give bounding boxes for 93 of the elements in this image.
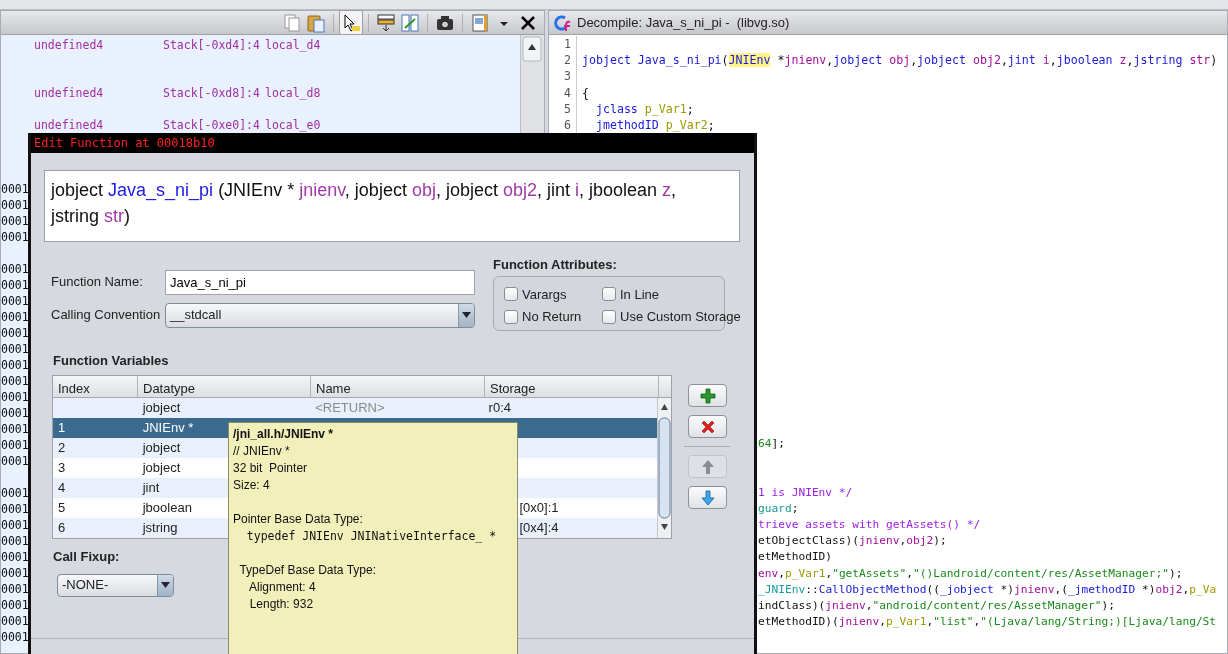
signature-text: jobject Java_s_ni_pi (JNIEnv * jnienv, jobject obj, jobject obj2, jint i, jboolean z, jstring str) [51,180,677,226]
table-cell: [0x4]:4 [519,520,559,535]
table-cell: jobject [142,400,181,415]
storage-text: Stack[-0xd4]:4 [163,37,261,53]
address-text: 0001 [1,566,29,580]
tooltip-text: // JNIEnv * [233,443,291,460]
checkbox-label: In Line [620,285,660,304]
table-cell: jobject [142,460,181,475]
address-text: 0001 [1,502,29,516]
address-text: 0001 [1,326,29,340]
code-line: env,p_Var1,"getAssets","()Landroid/content/res/AssetManager;"); [758,566,1183,580]
group-label: Function Attributes: [493,256,618,274]
variable-name: local_d8 [265,85,321,101]
panel-title: Decompile: Java_s_ni_pi - (libvg.so) [577,13,790,32]
address-text: 0001 [1,614,29,628]
table-cell: jboolean [142,500,192,515]
tooltip-text: /jni_all.h/JNIEnv * [233,426,335,443]
storage-text: Stack[-0xd8]:4 [163,85,261,101]
tooltip-text: Alignment: 4 [248,579,317,596]
datatype-text: undefined4 [34,117,105,133]
address-text: 0001 [1,182,29,196]
address-text: 0001 [1,358,29,372]
table-cell: JNIEnv * [142,420,194,435]
code-line: _JNIEnv::CallObjectMethod((_jobject *)jnienv,(_jmethodID *)obj2,p_Va [758,582,1217,596]
code-line: jmethodID p_Var2; [594,116,715,134]
section-label: Call Fixup: [53,548,121,566]
line-number: 4 [549,84,577,101]
code-line: indClass)(jnienv,"android/content/res/AssetManager"); [758,599,1116,612]
code-line: jclass p_Var1; [594,100,694,117]
dialog-title: Edit Function at 00018b10 [31,133,754,153]
address-text: 0001 [1,534,29,548]
address-text: 0001 [1,518,29,532]
table-cell: jint [142,480,160,495]
address-text: 0001 [1,486,29,500]
table-cell: 2 [58,440,66,455]
address-text: 0001 [1,230,29,244]
tooltip-text: Size: 4 [233,477,271,494]
table-cell: 3 [58,460,66,475]
address-text: 0001 [1,214,29,228]
address-text: 0001 [1,262,29,276]
code-line: 1 is JNIEnv */ [758,485,853,499]
table-cell: jstring [142,520,178,535]
code-line: { [581,84,589,101]
address-text: 0001 [1,422,29,436]
line-number: 2 [549,52,577,69]
field-label: Calling Convention [51,306,162,325]
table-cell: 5 [58,500,66,515]
address-text: 0001 [1,342,29,356]
table-cell: r0:4 [488,400,511,415]
storage-text: Stack[-0xe0]:4 [163,117,261,133]
line-number: 1 [549,36,577,53]
code-line: etMethodID)(jnienv,p_Var1,"list","(Ljava/lang/String;)[Ljava/lang/St [758,615,1217,629]
table-cell: [0x0]:1 [519,500,559,515]
tooltip-text: typedef JNIEnv JNINativeInterface_ * [245,528,498,545]
table-cell: 4 [58,480,66,495]
address-text: 0001 [1,630,29,644]
field-label: Function Name: [51,273,144,292]
datatype-text: undefined4 [34,37,105,53]
code-line: trieve assets with getAssets() */ [758,518,981,532]
tooltip-text: TypeDef Base Data Type: [238,562,377,579]
address-text: 0001 [1,278,29,292]
code-line: etObjectClass)(jnienv,obj2); [758,534,947,548]
code-line: jobject Java_s_ni_pi(JNIEnv *jnienv,jobject obj,jobject obj2,jint i,jboolean z,jstring str) [581,52,1218,69]
address-text: 0001 [1,390,29,404]
checkbox-label: No Return [522,308,582,326]
address-text: 0001 [1,582,29,596]
code-line: etMethodID) [758,550,833,564]
table-cell: jobject [142,440,181,455]
tooltip-text: Pointer Base Data Type: [233,511,364,528]
line-number: 3 [549,68,577,85]
table-cell: <RETURN> [315,400,385,415]
variable-name: local_d4 [265,37,321,53]
address-text: 0001 [1,374,29,388]
address-text: 0001 [1,294,29,308]
address-text: 0001 [1,310,29,324]
code-line: 64]; [758,437,785,451]
checkbox-label: Use Custom Storage [620,308,741,326]
table-cell: 1 [58,420,66,435]
section-label: Function Variables [53,351,170,370]
table-cell: 6 [58,520,66,535]
code-line: guard; [758,501,799,515]
address-text: 0001 [1,198,29,212]
tooltip-text: Length: 932 [248,596,315,613]
address-text: 0001 [1,454,29,468]
variable-name: local_e0 [265,117,321,133]
address-text: 0001 [1,406,29,420]
line-number: 5 [549,100,577,117]
datatype-text: undefined4 [34,85,105,101]
address-text: 0001 [1,550,29,564]
tooltip-text: 32 bit Pointer [233,460,309,477]
address-text: 0001 [1,438,29,452]
checkbox-label: Varargs [522,285,567,304]
address-text: 0001 [1,598,29,612]
